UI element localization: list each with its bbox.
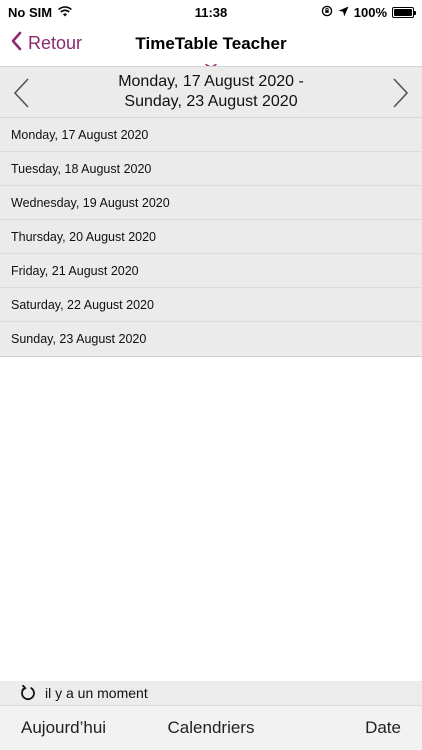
week-range: Monday, 17 August 2020 - Sunday, 23 Augu… [60, 72, 362, 112]
week-range-start: Monday, 17 August 2020 - [118, 73, 304, 90]
navigation-bar: Retour TimeTable Teacher [0, 24, 422, 69]
next-week-arrow-icon[interactable] [392, 77, 410, 114]
week-range-end: Sunday, 23 August 2020 [124, 93, 298, 110]
day-row-friday[interactable]: Friday, 21 August 2020 [0, 254, 422, 288]
orientation-lock-icon [321, 5, 333, 20]
battery-icon [392, 7, 416, 18]
refresh-status-bar: il y a un moment [0, 681, 422, 705]
week-header: Monday, 17 August 2020 - Sunday, 23 Augu… [0, 66, 422, 118]
location-arrow-icon [338, 5, 349, 20]
day-row-wednesday[interactable]: Wednesday, 19 August 2020 [0, 186, 422, 220]
day-row-monday[interactable]: Monday, 17 August 2020 [0, 118, 422, 152]
bottom-toolbar: Aujourd’hui Calendriers Date [0, 705, 422, 750]
date-button[interactable]: Date [365, 718, 401, 738]
previous-week-arrow-icon[interactable] [12, 77, 30, 114]
last-updated-text: il y a un moment [45, 685, 148, 701]
refresh-icon[interactable] [20, 685, 36, 701]
day-row-tuesday[interactable]: Tuesday, 18 August 2020 [0, 152, 422, 186]
day-row-sunday[interactable]: Sunday, 23 August 2020 [0, 322, 422, 357]
day-list: Monday, 17 August 2020 Tuesday, 18 Augus… [0, 118, 422, 357]
page-title: TimeTable Teacher [135, 34, 287, 53]
status-bar: No SIM 11:38 100% [0, 0, 422, 24]
battery-percent: 100% [353, 5, 387, 20]
calendars-button[interactable]: Calendriers [0, 718, 422, 738]
day-row-saturday[interactable]: Saturday, 22 August 2020 [0, 288, 422, 322]
day-row-thursday[interactable]: Thursday, 20 August 2020 [0, 220, 422, 254]
